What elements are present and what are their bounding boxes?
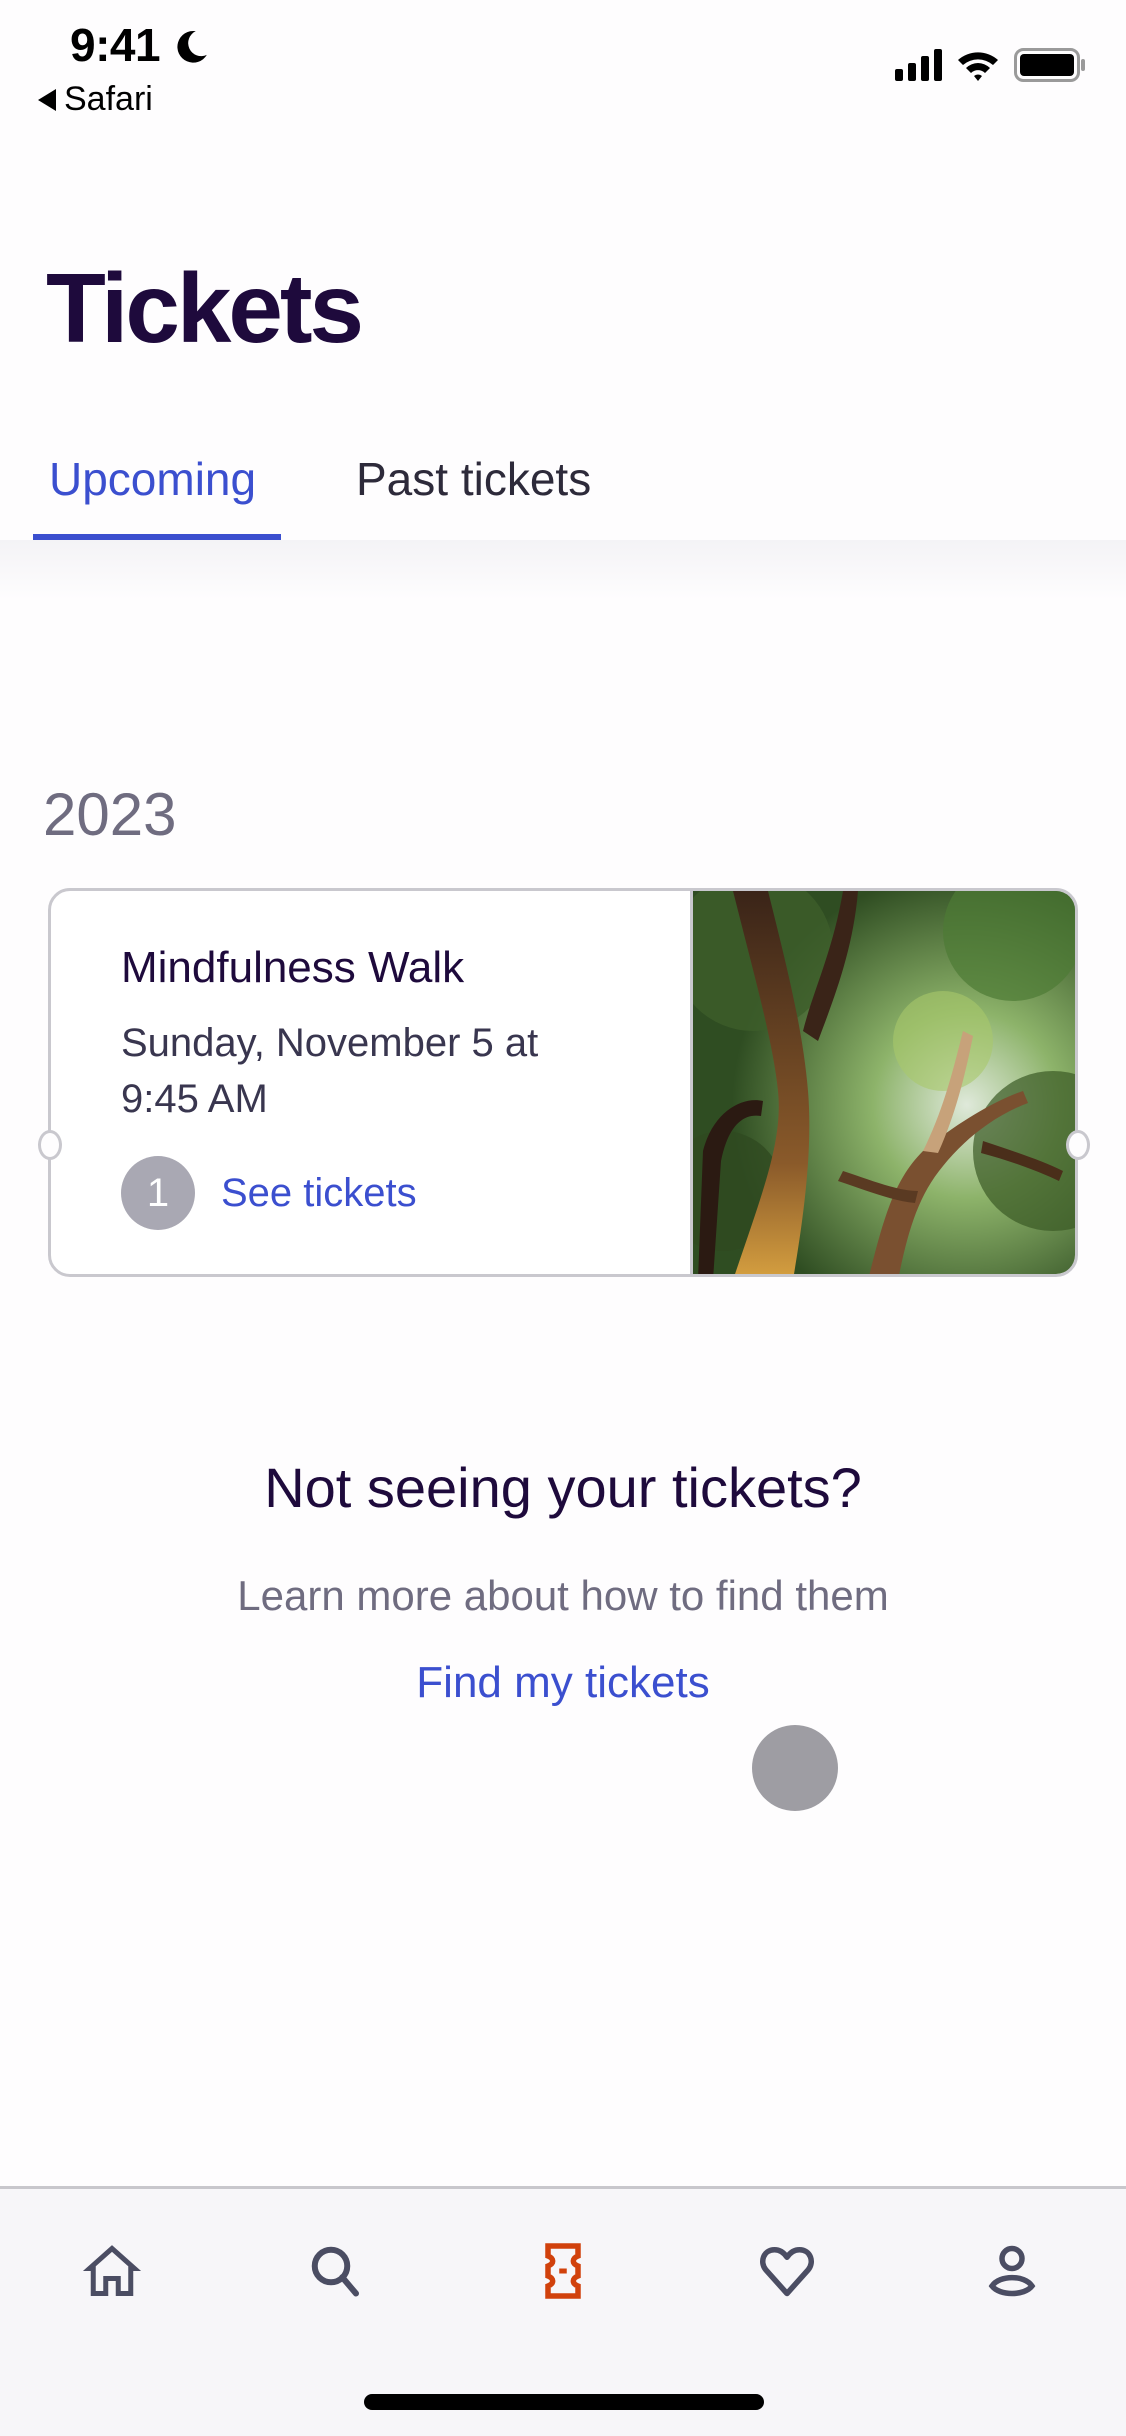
tree-canopy-photo bbox=[693, 891, 1075, 1274]
battery-icon bbox=[1014, 48, 1085, 82]
ticket-count-badge: 1 bbox=[121, 1156, 195, 1230]
ticket-card[interactable]: Mindfulness Walk Sunday, November 5 at 9… bbox=[48, 888, 1078, 1277]
page-title: Tickets bbox=[46, 253, 364, 363]
touch-indicator bbox=[752, 1725, 838, 1811]
heart-icon bbox=[760, 2247, 814, 2297]
nav-likes[interactable] bbox=[747, 2231, 827, 2311]
status-time: 9:41 bbox=[70, 19, 161, 71]
ticket-notch-left bbox=[38, 1130, 62, 1160]
ticket-icon bbox=[545, 2243, 581, 2299]
year-heading: 2023 bbox=[43, 781, 177, 848]
ticket-notch-right bbox=[1066, 1130, 1090, 1160]
tab-bar: Upcoming Past tickets bbox=[0, 440, 1126, 540]
nav-tickets[interactable] bbox=[523, 2231, 603, 2311]
help-title: Not seeing your tickets? bbox=[264, 1456, 862, 1519]
wifi-icon bbox=[958, 52, 998, 81]
header-shadow bbox=[0, 540, 1126, 600]
tab-past-tickets[interactable]: Past tickets bbox=[356, 452, 591, 506]
moon-icon bbox=[177, 30, 207, 63]
search-icon bbox=[311, 2246, 359, 2297]
signal-icon bbox=[895, 49, 942, 81]
user-icon bbox=[988, 2245, 1036, 2297]
nav-profile[interactable] bbox=[972, 2231, 1052, 2311]
tab-upcoming[interactable]: Upcoming bbox=[49, 452, 256, 506]
nav-home[interactable] bbox=[72, 2231, 152, 2311]
back-app-label: Safari bbox=[64, 80, 153, 118]
event-image bbox=[690, 891, 1075, 1274]
nav-search[interactable] bbox=[296, 2231, 376, 2311]
home-icon bbox=[82, 2245, 142, 2296]
back-to-safari-button[interactable]: Safari bbox=[38, 80, 153, 119]
home-indicator[interactable] bbox=[364, 2394, 764, 2410]
status-icons bbox=[895, 48, 1086, 82]
see-tickets-link[interactable]: See tickets bbox=[221, 1171, 417, 1216]
event-name: Mindfulness Walk bbox=[121, 943, 465, 992]
find-my-tickets-link[interactable]: Find my tickets bbox=[0, 1658, 1126, 1708]
event-date: Sunday, November 5 at 9:45 AM bbox=[121, 1021, 539, 1121]
back-arrow-icon bbox=[38, 88, 56, 111]
help-subtitle: Learn more about how to find them bbox=[237, 1572, 889, 1619]
